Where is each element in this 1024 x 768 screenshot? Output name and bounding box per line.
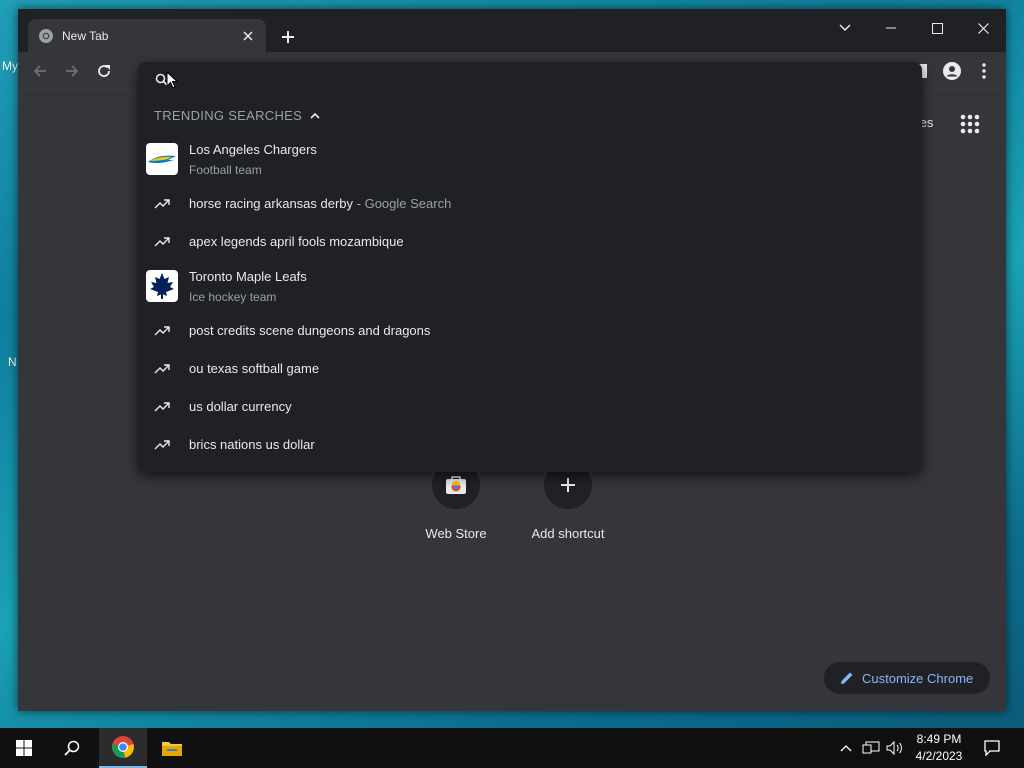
close-window-button[interactable] [963, 13, 1003, 43]
clock-date: 4/2/2023 [915, 749, 963, 763]
chrome-window: New Tab Web Store Add shortcut Customize… [18, 9, 1006, 711]
chrome-icon [39, 29, 53, 43]
trending-up-icon [154, 437, 170, 453]
shortcut-web-store[interactable]: Web Store [406, 461, 506, 541]
suggestion-title: post credits scene dungeons and dragons [189, 323, 431, 338]
desktop-icon-label: My [2, 59, 18, 73]
tab-new-tab[interactable]: New Tab [28, 19, 266, 53]
suggestion-row[interactable]: Los Angeles Chargers Football team [138, 138, 922, 180]
shortcut-label: Add shortcut [531, 526, 605, 541]
forward-button[interactable] [60, 59, 84, 83]
search-icon [64, 740, 80, 756]
taskbar-chrome-button[interactable] [99, 728, 147, 768]
windows-icon [16, 740, 32, 756]
minimize-button[interactable] [871, 13, 911, 43]
suggestion-row[interactable]: Toronto Maple Leafs Ice hockey team [138, 265, 922, 307]
maximize-button[interactable] [917, 13, 957, 43]
suggestion-title: apex legends april fools mozambique [189, 234, 404, 249]
suggestion-row[interactable]: apex legends april fools mozambique [138, 224, 922, 260]
notifications-button[interactable] [976, 728, 1008, 768]
taskbar: 8:49 PM 4/2/2023 [0, 728, 1024, 768]
volume-icon[interactable] [884, 728, 906, 768]
network-icon[interactable] [860, 728, 882, 768]
title-bar: New Tab [18, 9, 1006, 53]
tab-title: New Tab [62, 29, 109, 43]
customize-label: Customize Chrome [862, 670, 974, 686]
shortcut-label: Web Store [425, 526, 487, 541]
omnibox-dropdown: TRENDING SEARCHES Los Angeles Chargers F… [138, 62, 922, 472]
taskbar-clock[interactable]: 8:49 PM 4/2/2023 [906, 731, 972, 765]
suggestion-row[interactable]: brics nations us dollar [138, 427, 922, 463]
suggestion-row[interactable]: horse racing arkansas derby - Google Sea… [138, 186, 922, 222]
suggestion-title: brics nations us dollar [189, 437, 315, 452]
desktop-icon-label: N [8, 355, 17, 369]
trending-up-icon [154, 234, 170, 250]
omnibox[interactable] [138, 62, 922, 98]
show-hidden-icons-button[interactable] [838, 728, 854, 768]
chrome-icon [112, 736, 134, 758]
suggestion-suffix: - Google Search [353, 196, 452, 211]
trending-header[interactable]: TRENDING SEARCHES [154, 108, 320, 123]
suggestion-title: Los Angeles Chargers [189, 142, 317, 157]
suggestion-text: horse racing arkansas derby [189, 196, 354, 211]
suggestion-title: horse racing arkansas derby - Google Sea… [189, 196, 451, 211]
menu-icon[interactable] [972, 59, 996, 83]
back-button[interactable] [28, 59, 52, 83]
suggestion-subtitle: Football team [189, 163, 262, 177]
chevron-up-icon [840, 745, 852, 752]
close-tab-icon[interactable] [240, 28, 256, 44]
profile-icon[interactable] [940, 59, 964, 83]
chargers-logo [146, 143, 178, 175]
suggestion-subtitle: Ice hockey team [189, 290, 277, 304]
chevron-up-icon[interactable] [310, 112, 320, 119]
suggestion-row[interactable]: ou texas softball game [138, 351, 922, 387]
suggestion-row[interactable]: post credits scene dungeons and dragons [138, 313, 922, 349]
taskbar-search-button[interactable] [48, 728, 96, 768]
pencil-icon [841, 672, 853, 684]
clock-time: 8:49 PM [916, 732, 962, 746]
notification-icon [984, 740, 1000, 756]
reload-button[interactable] [92, 59, 116, 83]
folder-icon [162, 742, 182, 756]
trending-header-label: TRENDING SEARCHES [154, 108, 303, 123]
customize-chrome-button[interactable]: Customize Chrome [824, 662, 990, 694]
google-apps-icon[interactable] [956, 110, 984, 138]
tab-search-icon[interactable] [825, 13, 865, 43]
suggestion-title: Toronto Maple Leafs [189, 269, 307, 284]
suggestion-row[interactable]: us dollar currency [138, 389, 922, 425]
trending-up-icon [154, 399, 170, 415]
add-shortcut-button[interactable]: Add shortcut [518, 461, 618, 541]
start-button[interactable] [0, 728, 48, 768]
suggestion-title: ou texas softball game [189, 361, 320, 376]
suggestion-title: us dollar currency [189, 399, 292, 414]
new-tab-button[interactable] [276, 25, 300, 49]
taskbar-file-explorer-button[interactable] [148, 728, 196, 768]
mouse-cursor-icon [166, 71, 178, 89]
omnibox-input[interactable] [182, 68, 882, 92]
trending-up-icon [154, 196, 170, 212]
trending-up-icon [154, 361, 170, 377]
maple-leafs-logo [146, 270, 178, 302]
trending-up-icon [154, 323, 170, 339]
